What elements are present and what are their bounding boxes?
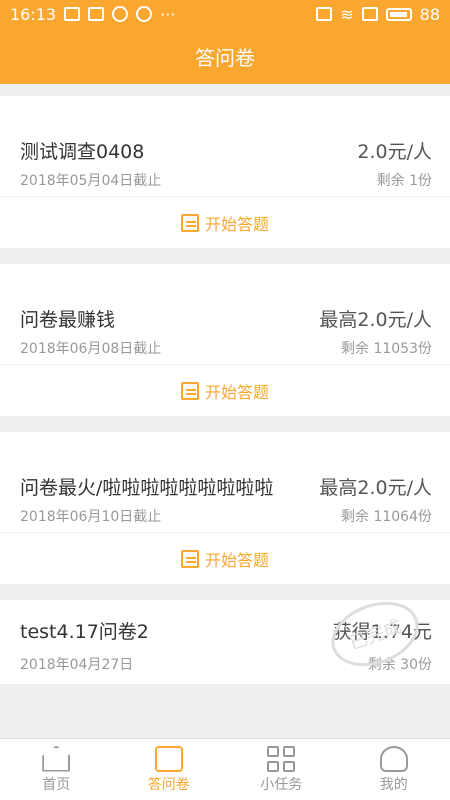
battery-level: 88	[419, 4, 440, 24]
survey-deadline: 2018年06月10日截止	[20, 509, 162, 525]
survey-card[interactable]: 问卷最赚钱 最高2.0元/人 2018年06月08日截止 剩余 11053份 开…	[0, 264, 450, 416]
survey-card[interactable]: 测试调查0408 2.0元/人 2018年05月04日截止 剩余 1份 开始答题	[0, 96, 450, 248]
tab-tasks-label: 小任务	[260, 776, 303, 793]
survey-list: 测试调查0408 2.0元/人 2018年05月04日截止 剩余 1份 开始答题…	[0, 96, 450, 700]
tab-tasks[interactable]: 小任务	[225, 739, 338, 800]
survey-price: 2.0元/人	[357, 141, 432, 163]
battery-icon	[385, 7, 412, 21]
survey-title: 问卷最赚钱	[20, 309, 116, 331]
start-survey-button[interactable]: 开始答题	[0, 532, 450, 584]
start-survey-label: 开始答题	[204, 382, 269, 402]
survey-remain: 剩余 1份	[376, 173, 432, 189]
start-survey-label: 开始答题	[204, 550, 269, 570]
image-icon	[88, 7, 105, 21]
survey-icon	[154, 745, 183, 772]
start-survey-button[interactable]: 开始答题	[0, 196, 450, 248]
check-circle-icon-2	[136, 6, 153, 22]
tab-home-label: 首页	[42, 776, 71, 793]
user-icon	[379, 745, 408, 772]
survey-remain: 剩余 11064份	[341, 509, 432, 525]
survey-price: 最高2.0元/人	[319, 477, 432, 499]
more-notifications: ···	[160, 4, 176, 24]
start-survey-label: 开始答题	[204, 214, 269, 234]
signal-icon	[361, 7, 378, 21]
tab-home[interactable]: 首页	[0, 739, 113, 800]
edit-icon	[180, 549, 199, 568]
survey-deadline: 2018年06月08日截止	[20, 341, 162, 357]
status-bar: 16:13 ··· ≋ 88	[0, 0, 450, 28]
survey-title: test4.17问卷2	[20, 621, 149, 643]
completed-survey-card[interactable]: 已完成 test4.17问卷2 获得1.74元 2018年04月27日 剩余 3…	[0, 590, 450, 684]
tab-mine[interactable]: 我的	[338, 739, 450, 800]
check-circle-icon	[112, 6, 129, 22]
survey-card[interactable]: 问卷最火/啦啦啦啦啦啦啦啦啦 最高2.0元/人 2018年06月10日截止 剩余…	[0, 432, 450, 584]
edit-icon	[180, 381, 199, 400]
start-survey-button[interactable]: 开始答题	[0, 364, 450, 416]
survey-price: 最高2.0元/人	[319, 309, 432, 331]
app-header: 答问卷	[0, 28, 450, 84]
edit-icon	[180, 213, 199, 232]
page-title: 答问卷	[195, 45, 255, 70]
bottom-tab-bar: 首页 答问卷 小任务 我的	[0, 738, 450, 800]
survey-title: 问卷最火/啦啦啦啦啦啦啦啦啦	[20, 477, 274, 499]
wifi-icon: ≋	[340, 4, 354, 24]
survey-remain: 剩余 11053份	[341, 341, 432, 357]
survey-deadline: 2018年05月04日截止	[20, 173, 162, 189]
tab-survey[interactable]: 答问卷	[113, 739, 226, 800]
survey-title: 测试调查0408	[20, 141, 145, 163]
status-time: 16:13	[10, 4, 57, 24]
tab-mine-label: 我的	[379, 776, 408, 793]
vibrate-icon	[316, 7, 333, 21]
survey-date: 2018年04月27日	[20, 657, 134, 673]
upload-icon	[64, 7, 81, 21]
home-icon	[42, 745, 71, 772]
tab-survey-label: 答问卷	[147, 776, 190, 793]
grid-icon	[267, 745, 296, 772]
